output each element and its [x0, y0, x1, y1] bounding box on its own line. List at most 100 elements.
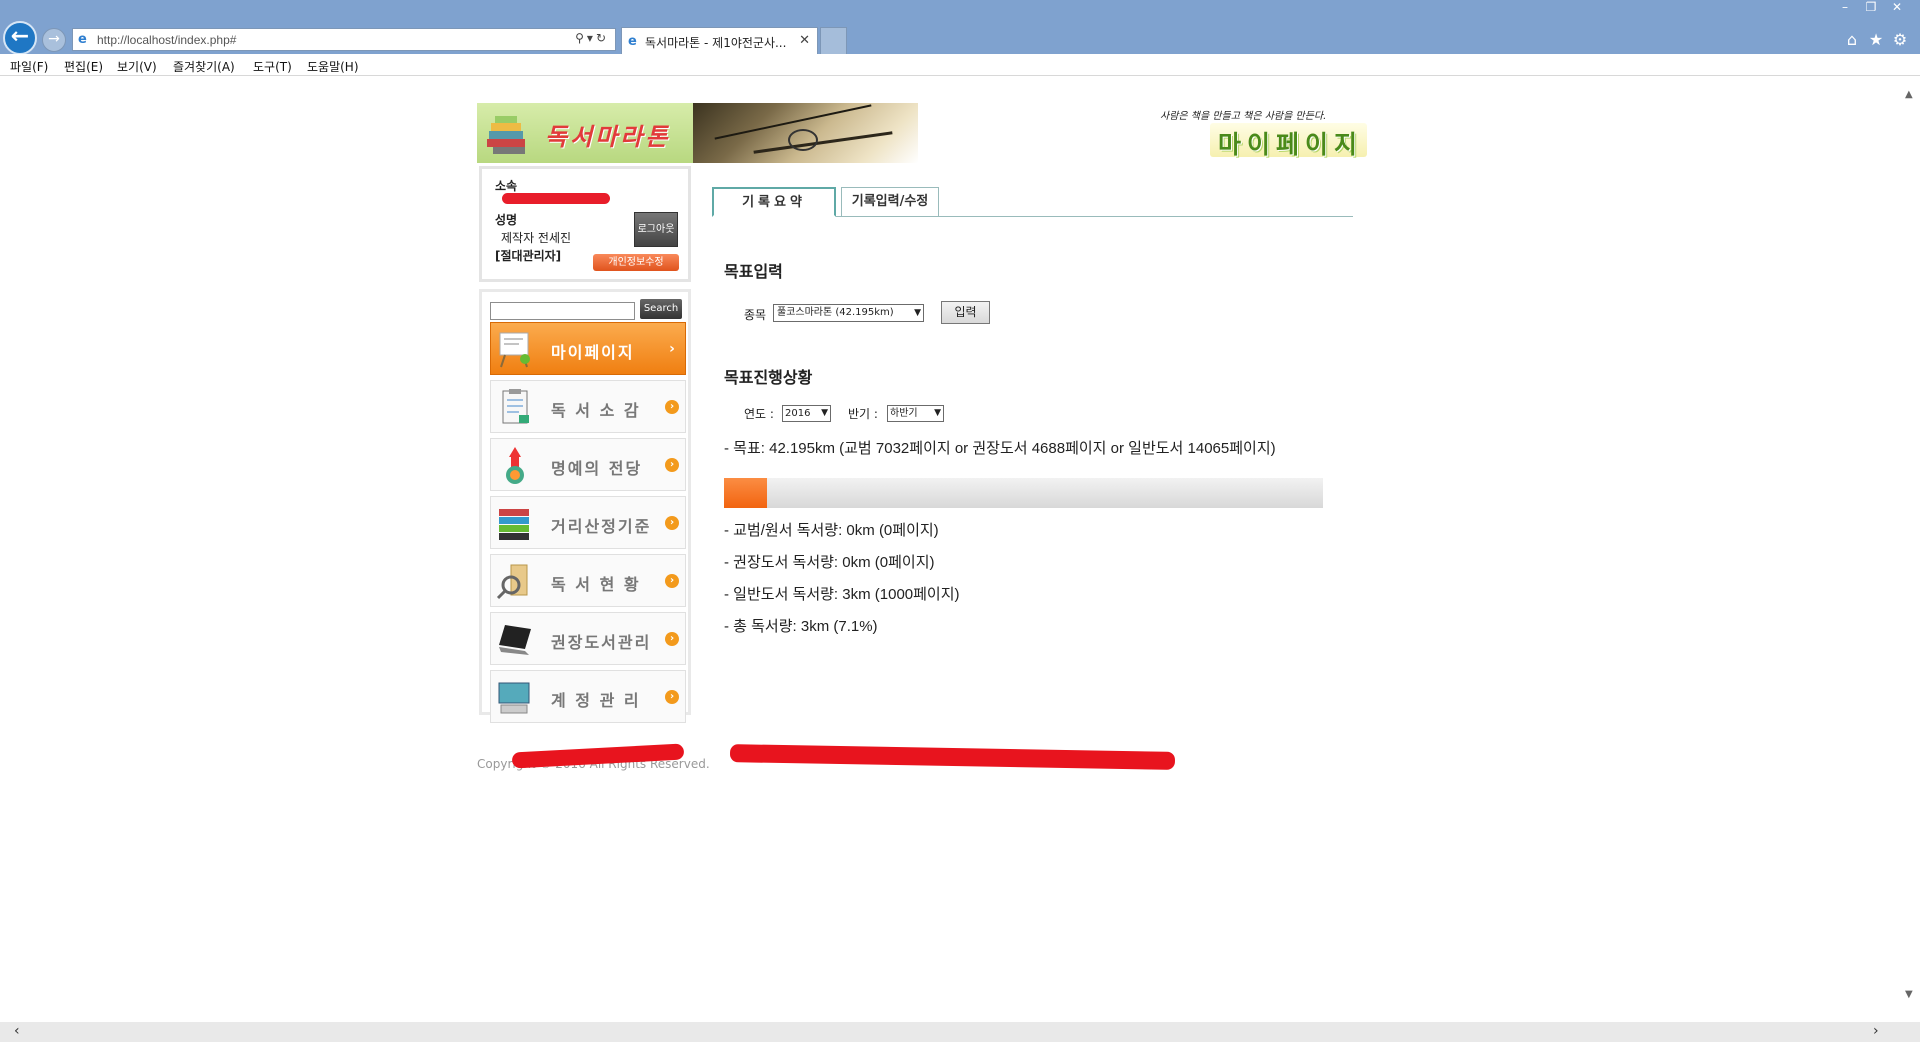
back-button[interactable]: ←	[3, 21, 37, 55]
menu-file[interactable]: 파일(F)	[10, 58, 48, 75]
menu-edit[interactable]: 편집(E)	[64, 58, 103, 75]
name-label: 성명	[495, 213, 518, 227]
stat-manual-reading: - 교범/원서 독서량: 0km (0페이지)	[724, 522, 939, 539]
address-url[interactable]: http://localhost/index.php#	[97, 33, 236, 47]
scroll-down-icon[interactable]: ▼	[1905, 989, 1913, 1000]
ie-page-icon: e	[78, 32, 87, 47]
year-label: 연도 :	[744, 407, 774, 421]
sidebar-item-label: 계 정 관 리	[551, 691, 641, 710]
user-role: [절대관리자]	[495, 249, 562, 263]
close-window-icon[interactable]: ✕	[1884, 0, 1910, 14]
vertical-scrollbar[interactable]: ▲ ▼	[1900, 77, 1920, 1023]
trophy-icon	[506, 447, 524, 484]
reading-progress-bar	[724, 478, 1323, 508]
half-select[interactable]: 하반기 ▼	[887, 405, 944, 422]
scroll-right-icon[interactable]: ›	[1873, 1023, 1879, 1039]
address-tools-icon[interactable]: ⚲▾↻	[575, 31, 609, 45]
scroll-left-icon[interactable]: ‹	[14, 1023, 20, 1039]
minimize-icon[interactable]: –	[1832, 0, 1858, 14]
chevron-right-icon: ›	[665, 574, 679, 588]
ie-tab-icon: e	[628, 34, 637, 49]
goal-submit-button[interactable]: 입력	[941, 301, 990, 324]
content-tabs: 기록요약 기록입력/수정	[712, 187, 1353, 217]
sidebar-item-label: 마이페이지	[551, 343, 635, 362]
sidebar-item-account[interactable]: 계 정 관 리 ›	[490, 670, 686, 723]
scroll-up-icon[interactable]: ▲	[1905, 89, 1913, 100]
redaction-mark	[729, 744, 1176, 770]
half-select-value: 하반기	[890, 408, 918, 419]
clipboard-icon	[502, 389, 529, 424]
browser-tab[interactable]: e 독서마라톤 - 제1야전군사... ✕	[621, 27, 818, 54]
sidebar-item-reading-status[interactable]: 독 서 현 황 ›	[490, 554, 686, 607]
chevron-right-icon: ›	[665, 400, 679, 414]
browser-toolbar: ← → e http://localhost/index.php# ⚲▾↻ e …	[0, 0, 1920, 55]
menu-help[interactable]: 도움말(H)	[307, 58, 359, 75]
year-select-value: 2016	[785, 408, 811, 419]
kind-select-value: 풀코스마라톤 (42.195km)	[777, 307, 894, 318]
sidebar: Search 마이페이지 › 독 서 소 감 › 명예의 전당 › 거리산정기준…	[479, 289, 691, 723]
sidebar-item-distance-criteria[interactable]: 거리산정기준 ›	[490, 496, 686, 549]
restore-icon[interactable]: ❐	[1858, 0, 1884, 14]
forward-button[interactable]: →	[42, 28, 66, 52]
tab-record-summary[interactable]: 기록요약	[712, 187, 836, 217]
stat-general-reading: - 일반도서 독서량: 3km (1000페이지)	[724, 586, 960, 603]
sidebar-item-label: 독 서 현 황	[551, 575, 641, 594]
logo-text: 독서마라톤	[545, 123, 671, 151]
sidebar-item-recommended-books[interactable]: 권장도서관리 ›	[490, 612, 686, 665]
search-input[interactable]	[490, 302, 635, 320]
logout-button[interactable]: 로그아웃	[634, 212, 678, 247]
page-title-text: 마이페이지	[1218, 130, 1364, 159]
books-logo-icon	[487, 116, 525, 154]
menu-favorites[interactable]: 즐겨찾기(A)	[173, 58, 235, 75]
kind-select[interactable]: 풀코스마라톤 (42.195km) ▼	[773, 304, 924, 322]
site-slogan: 사람은 책을 만들고 책은 사람을 만든다.	[1160, 111, 1327, 122]
goal-summary-text: - 목표: 42.195km (교범 7032페이지 or 권장도서 4688페…	[724, 440, 1276, 457]
banner-image	[693, 103, 918, 163]
sidebar-item-label: 거리산정기준	[551, 517, 652, 536]
home-icon[interactable]: ⌂	[1840, 30, 1864, 49]
sidebar-item-label: 독 서 소 감	[551, 401, 641, 420]
chevron-down-icon: ▼	[934, 408, 941, 418]
new-tab-button[interactable]	[820, 27, 847, 54]
tab-title: 독서마라톤 - 제1야전군사...	[645, 36, 787, 50]
org-label: 소속	[495, 179, 518, 193]
edit-profile-button[interactable]: 개인정보수정	[593, 254, 679, 271]
horizontal-scrollbar[interactable]: ‹ ›	[0, 1022, 1900, 1042]
profile-box: 소속 성명 제작자 전세진 [절대관리자] 로그아웃 개인정보수정	[479, 166, 691, 282]
tab-record-edit[interactable]: 기록입력/수정	[841, 187, 939, 216]
menu-tools[interactable]: 도구(T)	[253, 58, 292, 75]
search-button[interactable]: Search	[640, 299, 682, 319]
progress-heading: 목표진행상황	[724, 368, 813, 387]
site-logo[interactable]: 독서마라톤	[477, 103, 693, 163]
reading-progress-fill	[724, 478, 767, 508]
chevron-right-icon: ›	[665, 632, 679, 646]
laptop-icon	[499, 625, 531, 655]
half-label: 반기 :	[848, 407, 878, 421]
goal-input-heading: 목표입력	[724, 262, 783, 281]
scrollbar-corner	[1900, 1022, 1920, 1042]
chevron-right-icon: ›	[665, 690, 679, 704]
chevron-right-icon: ›	[669, 341, 675, 357]
sidebar-item-label: 명예의 전당	[551, 459, 643, 478]
chevron-right-icon: ›	[665, 458, 679, 472]
chevron-right-icon: ›	[665, 516, 679, 530]
tab-close-icon[interactable]: ✕	[799, 33, 810, 48]
magnifier-icon	[496, 564, 528, 600]
address-bar[interactable]: e http://localhost/index.php# ⚲▾↻	[72, 28, 616, 51]
stat-recommended-reading: - 권장도서 독서량: 0km (0페이지)	[724, 554, 935, 571]
sidebar-item-label: 권장도서관리	[551, 633, 652, 652]
sidebar-item-mypage[interactable]: 마이페이지 ›	[490, 322, 686, 375]
settings-gear-icon[interactable]: ⚙	[1888, 30, 1912, 49]
sidebar-item-reviews[interactable]: 독 서 소 감 ›	[490, 380, 686, 433]
menu-view[interactable]: 보기(V)	[117, 58, 157, 75]
page-title: 마이페이지	[1210, 123, 1367, 159]
window-controls: – ❐ ✕	[1832, 0, 1910, 18]
year-select[interactable]: 2016 ▼	[782, 405, 831, 422]
favorites-star-icon[interactable]: ★	[1864, 30, 1888, 49]
org-value-redacted	[502, 193, 610, 204]
easel-icon	[499, 332, 530, 368]
browser-menubar: 파일(F) 편집(E) 보기(V) 즐겨찾기(A) 도구(T) 도움말(H)	[0, 54, 1920, 76]
name-value: 제작자 전세진	[501, 231, 572, 245]
chevron-down-icon: ▼	[914, 308, 921, 318]
sidebar-item-hall-of-fame[interactable]: 명예의 전당 ›	[490, 438, 686, 491]
